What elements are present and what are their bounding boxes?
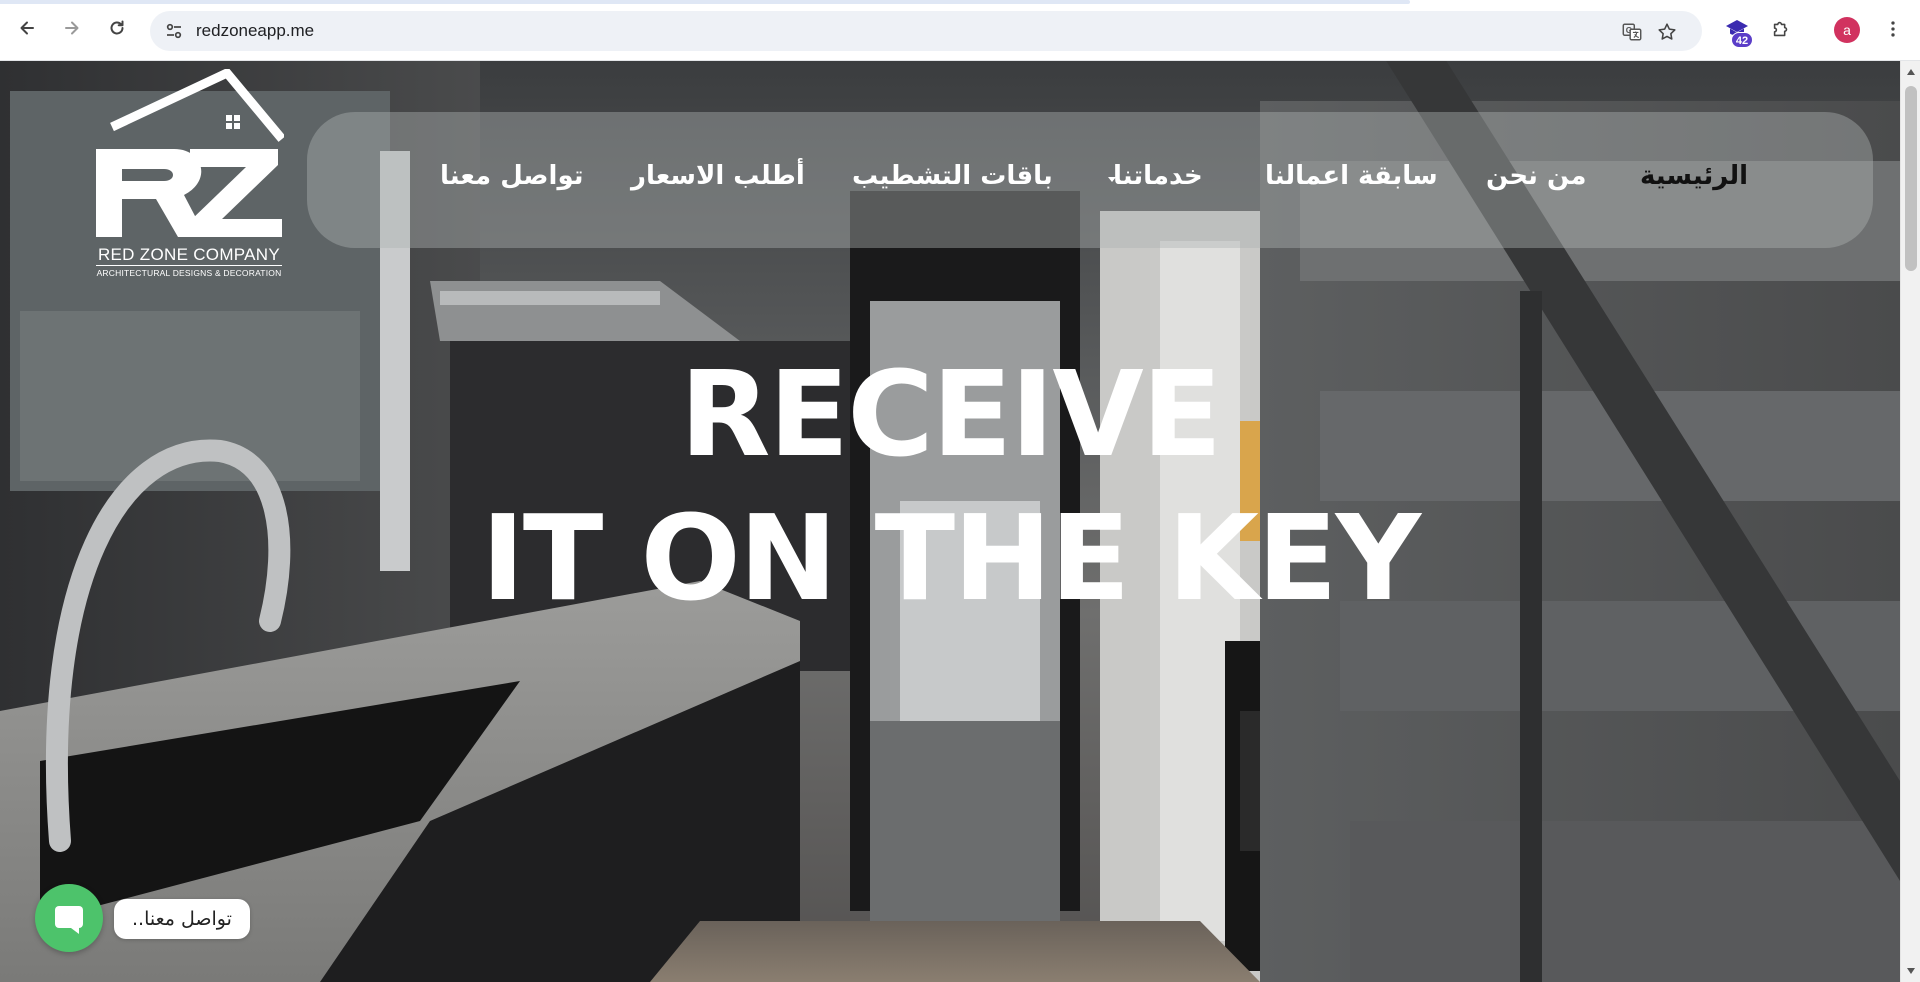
reload-icon — [110, 20, 124, 35]
hero-section: الرئيسية من نحن سابقة اعمالنا خدماتنا با… — [0, 61, 1900, 982]
scroll-thumb[interactable] — [1905, 86, 1917, 271]
hero-headline-line2: IT ON THE KEY — [480, 489, 1421, 627]
page-scrollbar[interactable] — [1900, 61, 1920, 982]
translate-icon[interactable]: G — [1620, 20, 1644, 44]
back-button[interactable] — [12, 13, 42, 43]
puzzle-icon[interactable] — [1768, 16, 1794, 42]
page-viewport: الرئيسية من نحن سابقة اعمالنا خدماتنا با… — [0, 61, 1900, 982]
logo-company-name: RED ZONE COMPANY — [97, 245, 281, 264]
chat-bubble-icon — [55, 906, 83, 934]
rz-logo-mark — [96, 67, 286, 237]
chat-widget-label[interactable]: تواصل معنا.. — [114, 899, 250, 939]
scroll-down-arrow-icon[interactable] — [1907, 968, 1915, 974]
kebab-menu-icon[interactable] — [1880, 16, 1906, 42]
hero-headline-line1: RECEIVE — [679, 345, 1223, 483]
nav-pricing[interactable]: أطلب الاسعار — [631, 161, 805, 191]
logo-divider — [96, 265, 282, 266]
profile-avatar[interactable]: a — [1834, 17, 1860, 43]
tune-icon[interactable] — [164, 21, 184, 41]
forward-button[interactable] — [57, 13, 87, 43]
browser-toolbar: redzoneapp.me G 42 a — [0, 0, 1920, 61]
reload-button[interactable] — [102, 13, 132, 43]
whatsapp-chat-button[interactable] — [35, 884, 103, 952]
chevron-down-icon[interactable] — [1108, 177, 1116, 182]
scroll-up-arrow-icon[interactable] — [1907, 69, 1915, 75]
nav-packages[interactable]: باقات التشطيب — [852, 161, 1053, 191]
nav-home[interactable]: الرئيسية — [1640, 161, 1748, 191]
back-arrow-icon — [20, 21, 34, 35]
nav-about[interactable]: من نحن — [1486, 161, 1586, 191]
site-logo[interactable]: RED ZONE COMPANY ARCHITECTURAL DESIGNS &… — [94, 67, 286, 281]
star-icon[interactable] — [1655, 20, 1679, 44]
forward-arrow-icon — [65, 21, 79, 35]
extension-badge: 42 — [1731, 32, 1753, 48]
address-bar[interactable]: redzoneapp.me G — [150, 11, 1702, 51]
nav-services[interactable]: خدماتنا — [1113, 161, 1203, 191]
nav-contact[interactable]: تواصل معنا — [440, 161, 584, 191]
logo-tagline: ARCHITECTURAL DESIGNS & DECORATION — [96, 268, 282, 278]
tab-strip-edge — [0, 0, 1410, 4]
nav-portfolio[interactable]: سابقة اعمالنا — [1265, 161, 1438, 191]
url-text[interactable]: redzoneapp.me — [196, 21, 314, 41]
